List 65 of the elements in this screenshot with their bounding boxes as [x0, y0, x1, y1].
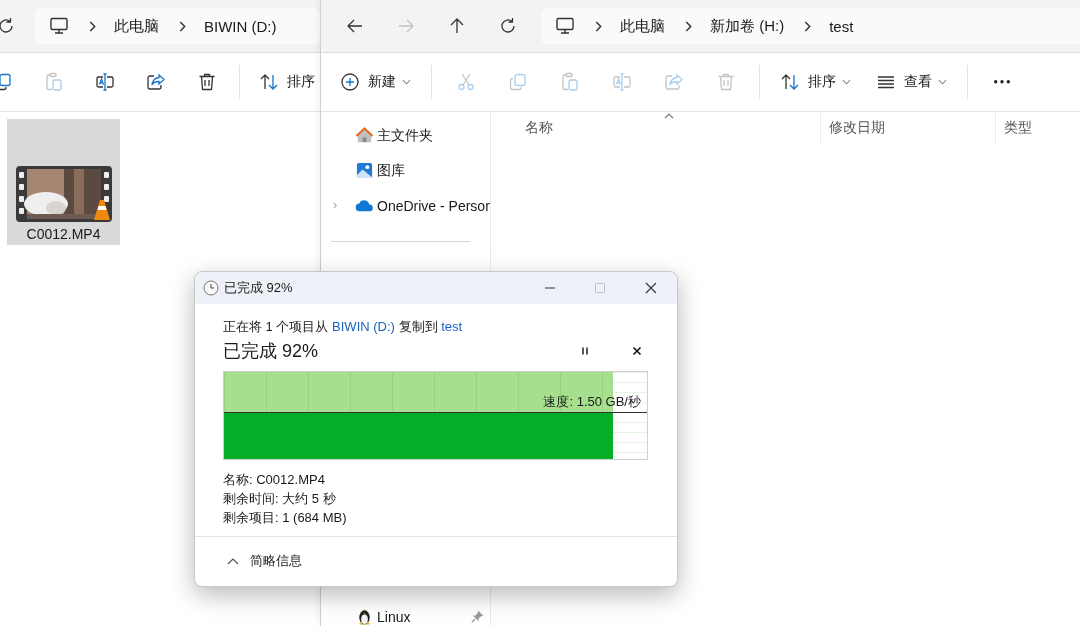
clock-icon: [203, 280, 219, 296]
sidebar-item[interactable]: 主文件夹: [321, 118, 490, 153]
copy-status-text: 正在将 1 个项目从 BIWIN (D:) 复制到 test: [223, 318, 464, 336]
more-icon: [993, 80, 1010, 84]
plus-icon: [340, 72, 360, 92]
sort-button[interactable]: 排序: [775, 64, 856, 100]
chevron-icon: [595, 20, 602, 32]
sidebar-item[interactable]: 图库: [321, 153, 490, 188]
sort-button[interactable]: 排序: [254, 64, 320, 100]
sidebar-item[interactable]: OneDrive - Persor: [321, 188, 490, 223]
new-button[interactable]: 新建: [335, 64, 416, 100]
chevron-icon: [179, 20, 186, 32]
expand-chevron-icon: [333, 200, 337, 211]
breadcrumb-item[interactable]: 新加卷 (H:): [710, 16, 785, 36]
paste-icon: [43, 72, 64, 92]
rename-icon: [611, 72, 632, 92]
image-icon: [355, 161, 374, 180]
column-header[interactable]: 修改日期: [821, 112, 996, 144]
column-header[interactable]: 类型: [996, 112, 1080, 144]
column-header[interactable]: 名称: [491, 112, 821, 144]
breadcrumb-item[interactable]: test: [829, 17, 854, 35]
refresh-icon: [0, 16, 16, 36]
computer-icon: [555, 16, 575, 36]
pause-icon: [580, 346, 590, 356]
breadcrumb-item[interactable]: BIWIN (D:): [204, 17, 277, 35]
close-icon: [645, 282, 657, 294]
file-tile[interactable]: C0012.MP4: [7, 119, 120, 245]
details-toggle[interactable]: 简略信息: [227, 551, 302, 570]
file-name: C0012.MP4: [26, 226, 101, 242]
source-link[interactable]: BIWIN (D:): [332, 319, 395, 334]
speed-label: 速度: 1.50 GB/秒: [543, 393, 641, 411]
address-bar[interactable]: 此电脑 BIWIN (D:): [35, 8, 320, 44]
refresh-icon: [498, 16, 518, 36]
house-icon: [355, 126, 374, 145]
chevron-icon: [89, 20, 96, 32]
breadcrumb-item[interactable]: 此电脑: [114, 16, 159, 36]
close-icon: [632, 346, 642, 356]
progress-heading: 已完成 92%: [223, 340, 320, 363]
address-bar[interactable]: 此电脑 新加卷 (H:) test: [541, 8, 1080, 44]
sidebar-item[interactable]: Linux: [321, 599, 490, 626]
sort-icon: [780, 72, 800, 92]
rename-icon: [94, 72, 115, 92]
chevron-icon: [804, 20, 812, 32]
detail-text: 剩余项目: 1 (684 MB): [223, 509, 348, 527]
detail-text: 名称: C0012.MP4: [223, 471, 326, 489]
copy-icon: [507, 72, 528, 92]
maximize-icon: [594, 282, 606, 294]
destination-link[interactable]: test: [441, 319, 463, 334]
dialog-title: 已完成 92%: [224, 279, 294, 297]
share-icon: [145, 72, 166, 92]
chevron-icon: [685, 20, 692, 32]
chevron-up-icon: [227, 556, 239, 565]
caret-icon: [938, 79, 947, 85]
pin-icon: [471, 610, 484, 623]
sort-icon: [259, 72, 279, 92]
share-icon: [663, 72, 684, 92]
view-button[interactable]: 查看: [871, 64, 952, 100]
detail-text: 剩余时间: 大约 5 秒: [223, 490, 337, 508]
scissors-icon: [455, 72, 476, 92]
computer-icon: [49, 16, 69, 36]
caret-icon: [842, 79, 851, 85]
breadcrumb-item[interactable]: 此电脑: [620, 16, 665, 36]
paste-icon: [559, 72, 580, 92]
sort-caret-icon: [664, 113, 674, 119]
caret-icon: [402, 79, 411, 85]
